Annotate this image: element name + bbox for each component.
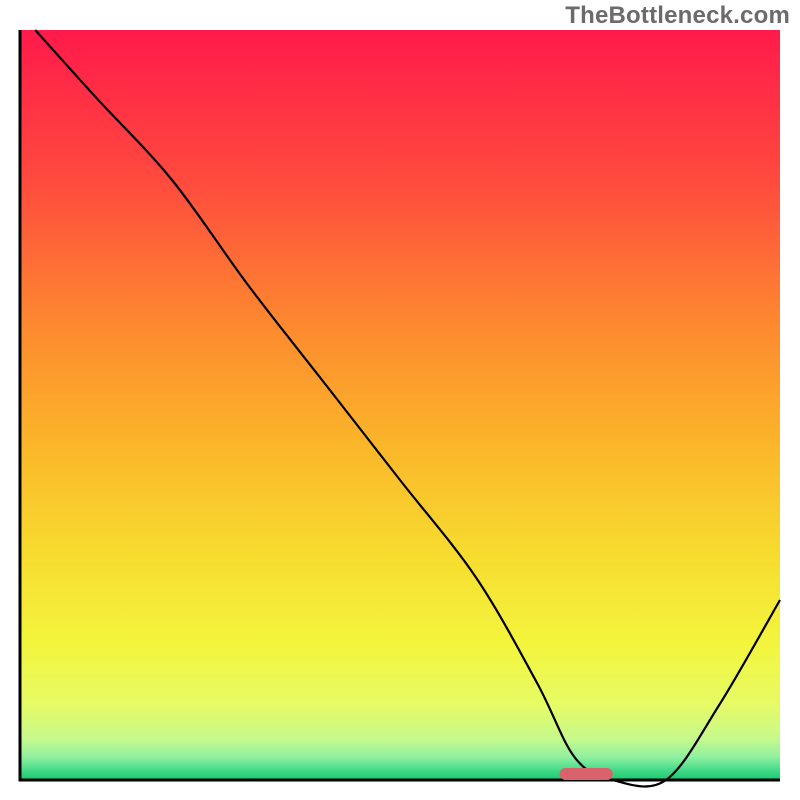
chart-frame: TheBottleneck.com bbox=[0, 0, 800, 800]
optimal-marker bbox=[560, 768, 613, 780]
bottleneck-chart bbox=[0, 0, 800, 800]
plot-background bbox=[20, 30, 780, 780]
